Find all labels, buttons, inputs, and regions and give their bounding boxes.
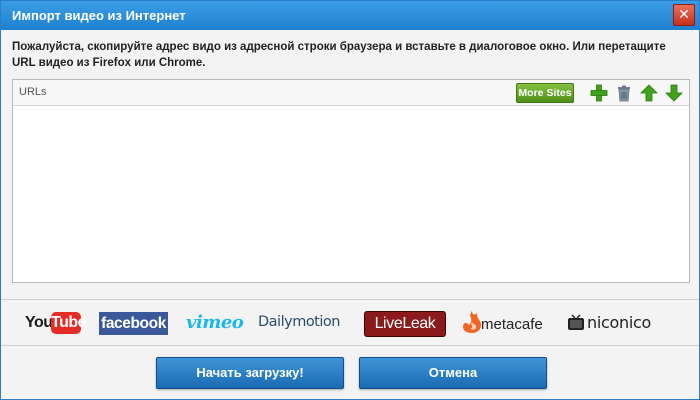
youtube-logo: You Tube (25, 306, 87, 340)
facebook-logo: facebook (99, 306, 168, 340)
start-download-button[interactable]: Начать загрузку! (156, 357, 344, 389)
niconico-tv-icon (568, 314, 584, 330)
youtube-logo-you: You (25, 314, 53, 331)
arrow-up-icon[interactable] (640, 84, 658, 102)
more-sites-button[interactable]: More Sites (516, 83, 574, 103)
urls-panel: URLs More Sites (12, 79, 690, 283)
divider (1, 345, 699, 346)
niconico-logo-text: niconico (587, 313, 651, 332)
liveleak-logo: LiveLeak (364, 306, 446, 340)
arrow-down-icon[interactable] (665, 84, 683, 102)
close-icon: ✕ (678, 7, 690, 23)
dialog-title: Импорт видео из Интернет (12, 8, 186, 23)
title-bar: Импорт видео из Интернет ✕ (1, 1, 699, 30)
urls-label: URLs (19, 86, 47, 98)
dailymotion-logo-text: Dailymotion (258, 314, 340, 330)
urls-header: URLs More Sites (13, 80, 689, 106)
import-video-dialog: Импорт видео из Интернет ✕ Пожалуйста, с… (0, 0, 700, 400)
close-button[interactable]: ✕ (673, 4, 695, 26)
site-logos: You Tube facebook vimeo Dailymotion Live… (1, 306, 699, 340)
metacafe-flame-icon (463, 311, 481, 333)
vimeo-logo-text: vimeo (186, 312, 244, 333)
youtube-logo-tube: Tube (51, 312, 87, 334)
metacafe-logo-text: metacafe (481, 316, 543, 333)
dailymotion-logo: Dailymotion (258, 306, 350, 340)
vimeo-logo: vimeo (186, 306, 244, 340)
niconico-logo: niconico (567, 306, 675, 340)
facebook-logo-text: facebook (99, 312, 168, 335)
cancel-button[interactable]: Отмена (359, 357, 547, 389)
instructions-text: Пожалуйста, скопируйте адрес видо из адр… (12, 41, 666, 69)
urls-list[interactable] (13, 106, 689, 282)
divider (1, 299, 699, 300)
add-icon[interactable] (590, 84, 608, 102)
liveleak-logo-text: LiveLeak (364, 311, 446, 337)
metacafe-logo: metacafe (461, 306, 553, 340)
trash-icon[interactable] (615, 84, 633, 102)
